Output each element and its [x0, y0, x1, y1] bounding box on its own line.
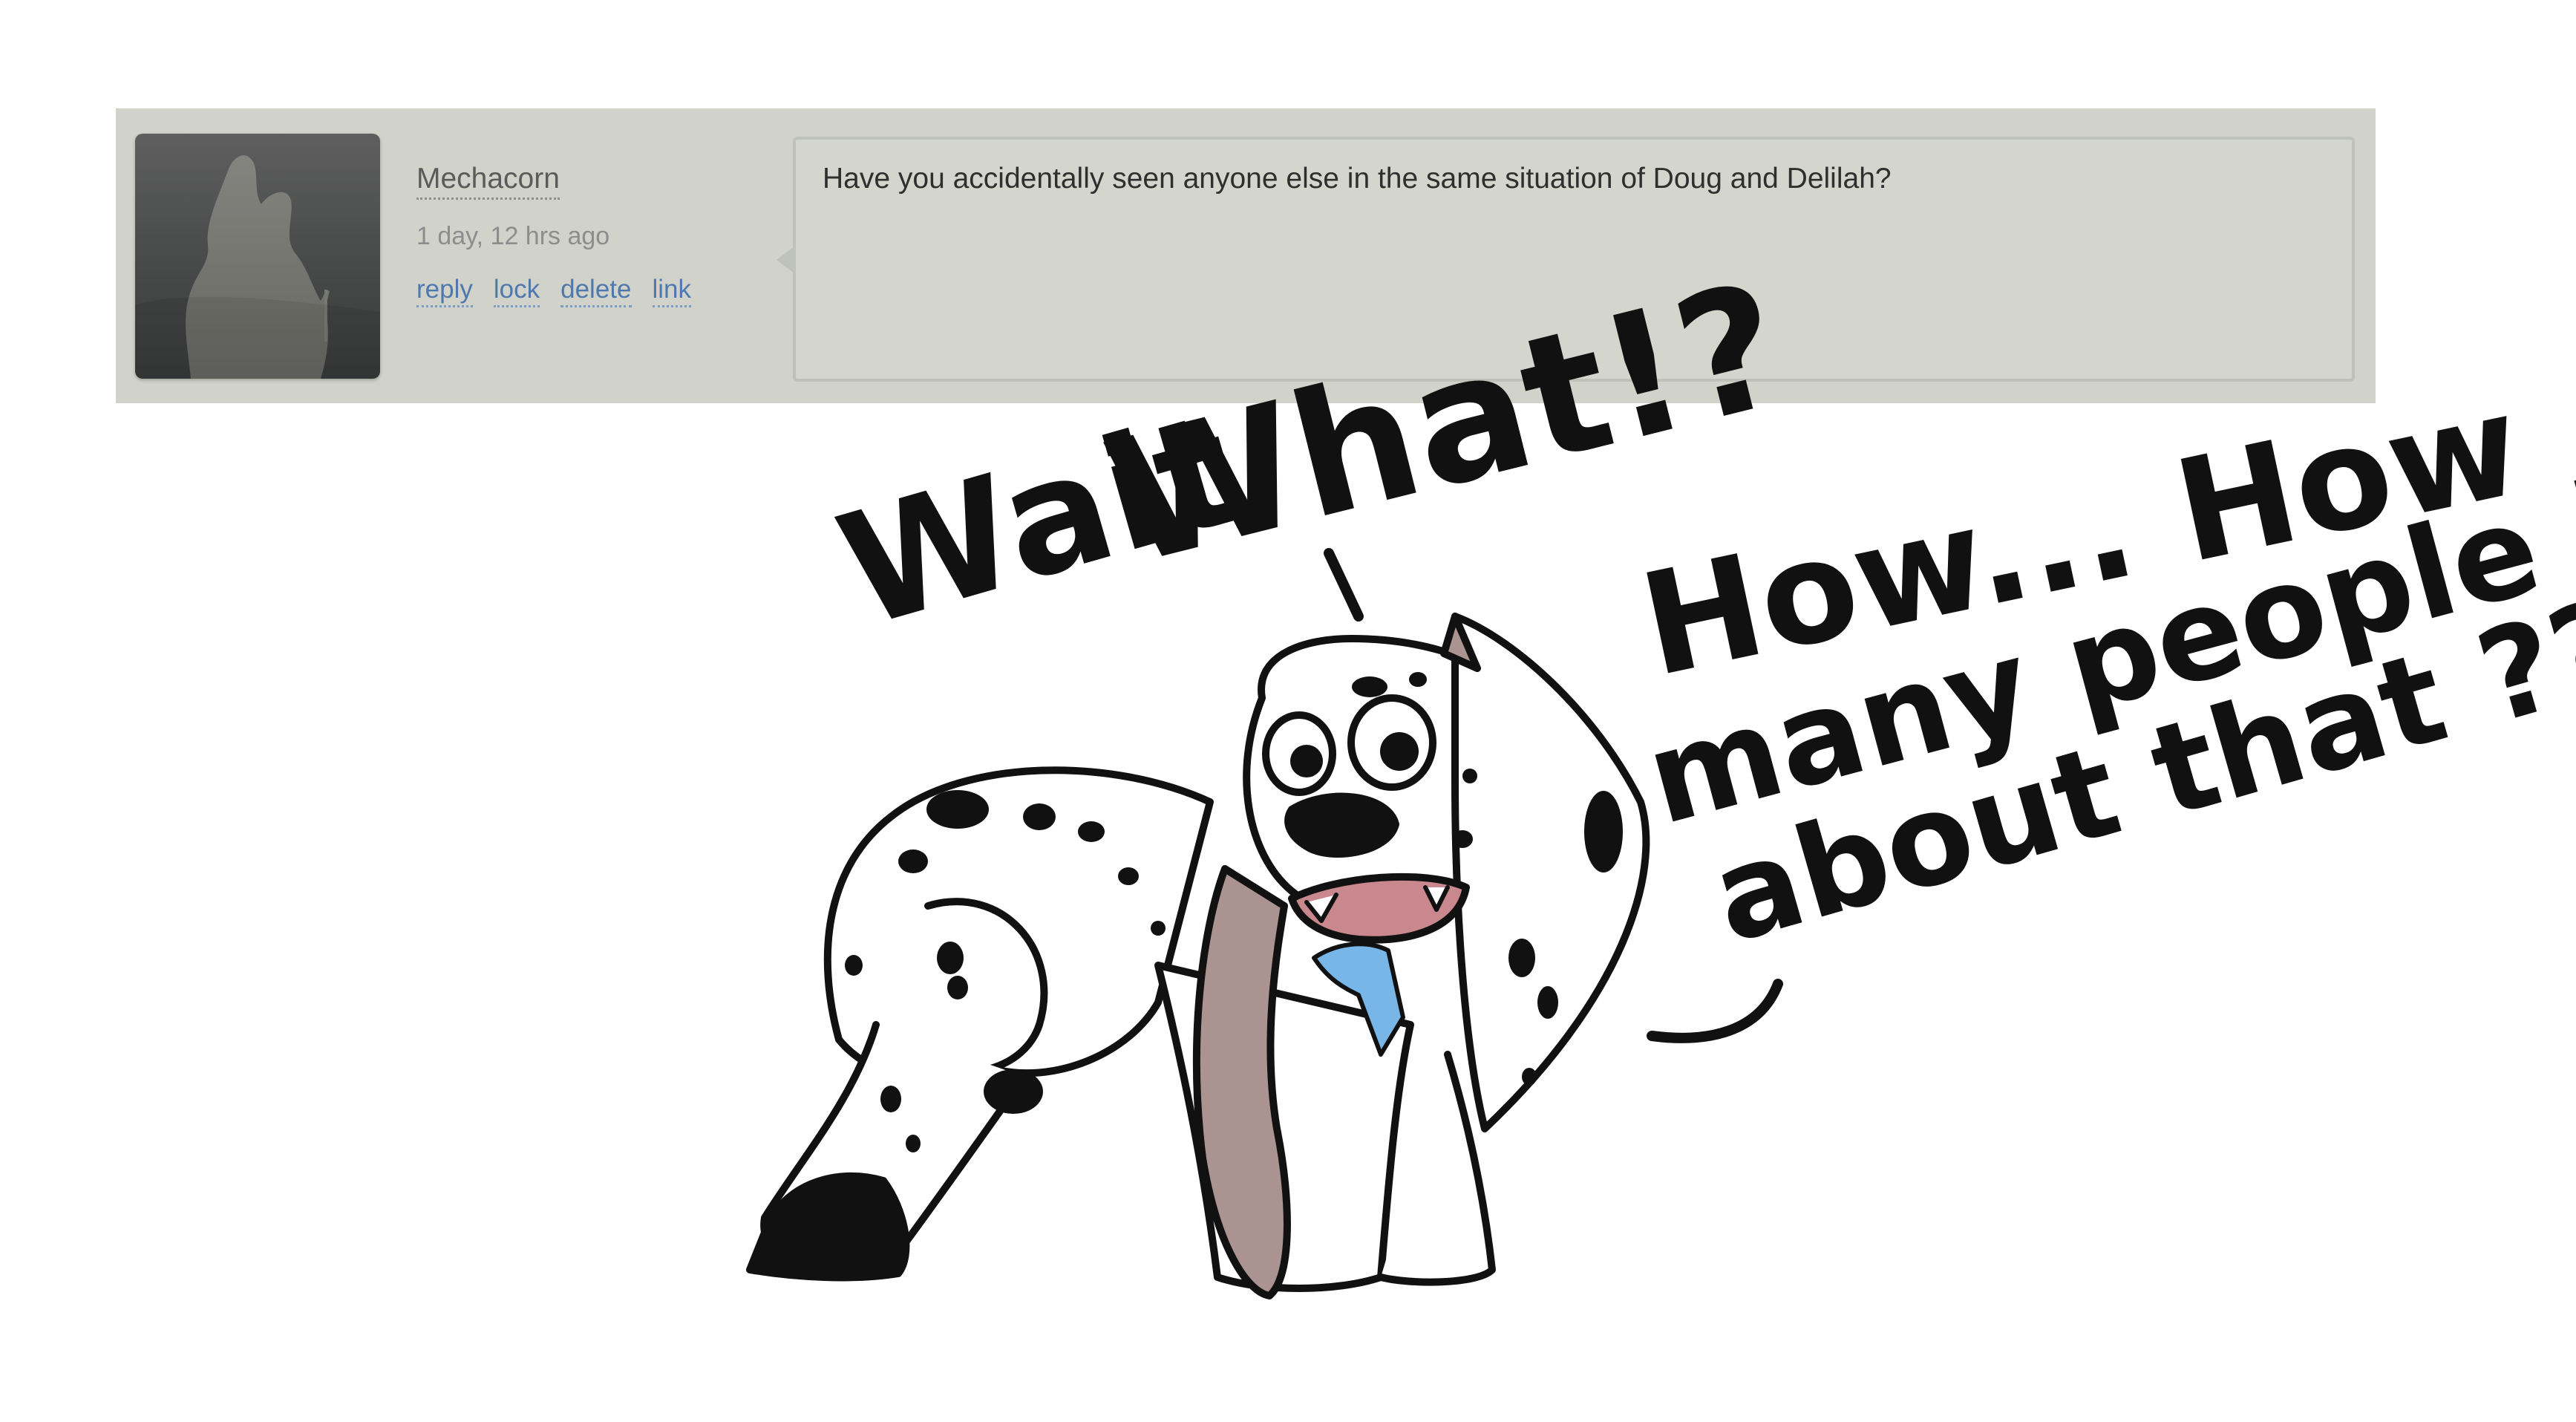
speech-swoosh: [1647, 979, 1783, 1043]
emphasis-stroke: [1324, 548, 1364, 622]
page: Mechacorn 1 day, 12 hrs ago reply lock del…: [0, 0, 2576, 1422]
dalmatian-illustration: Wait What!? How... How many people know …: [746, 247, 2576, 1299]
